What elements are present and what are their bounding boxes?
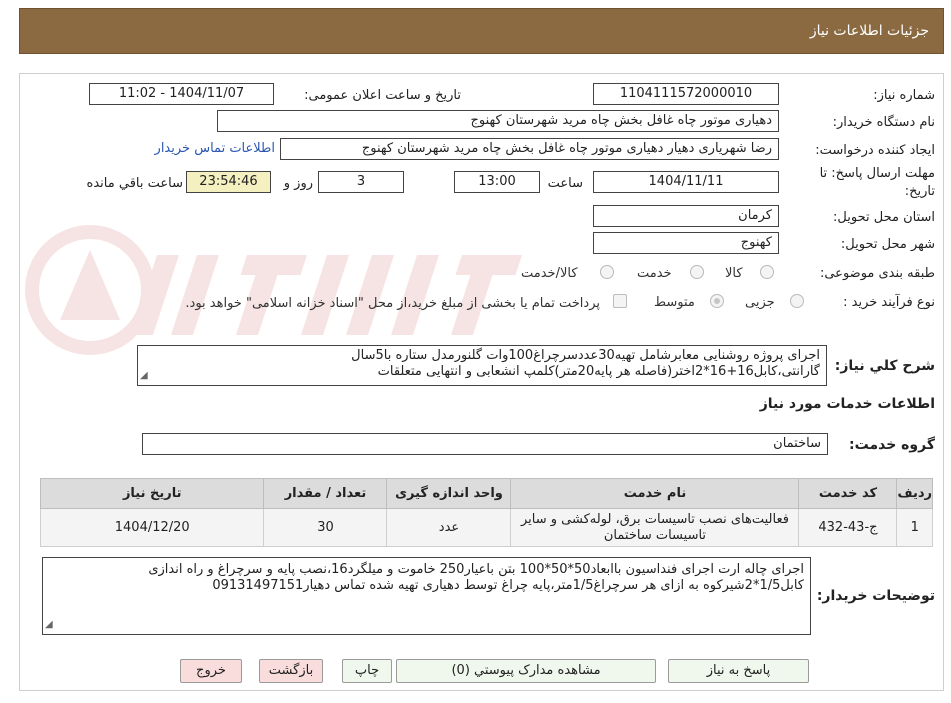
announce-datetime-label: تاریخ و ساعت اعلان عمومی: [304,88,461,103]
print-button[interactable]: چاپ [342,659,392,683]
service-group-field: ساختمان [142,433,828,455]
city-label: شهر محل تحویل: [840,237,935,252]
resize-grip-icon[interactable]: ◢ [45,617,53,633]
description-textarea[interactable]: اجرای پروژه روشنایی معابرشامل تهیه30عددس… [137,345,827,386]
col-unit-header: واحد اندازه گیری [386,478,512,509]
table-row: 1 ج-43-432 فعالیت‌های نصب تاسیسات برق، ل… [39,508,933,547]
table-header-row: ردیف کد خدمت نام خدمت واحد اندازه گیری ت… [39,478,933,509]
category-goods-service-label: کالا/خدمت [521,266,578,281]
days-remaining-field: 3 [318,171,404,193]
buyer-notes-label: توضیحات خریدار: [816,588,935,604]
requester-label: ایجاد کننده درخواست: [815,143,935,158]
deadline-time-field: 13:00 [454,171,540,193]
buyer-notes-textarea[interactable]: اجرای چاله ارت اجرای فنداسیون باابعاد50*… [42,557,811,635]
treasury-payment-checkbox[interactable] [613,294,627,308]
process-minor-radio[interactable] [790,294,804,308]
resize-grip-icon[interactable]: ◢ [140,368,148,384]
cell-qty: 30 [263,508,388,547]
description-line-1: اجرای پروژه روشنایی معابرشامل تهیه30عددس… [351,348,820,363]
description-line-2: گارانتی،کابل16+16*2اختر(فاصله هر پایه20م… [377,364,820,379]
category-goods-service-radio[interactable] [600,265,614,279]
province-field: کرمان [593,205,779,227]
cell-date: 1404/12/20 [39,508,265,547]
deadline-date-field: 1404/11/11 [593,171,779,193]
need-number-field: 1104111572000010 [593,83,779,105]
process-type-label: نوع فرآیند خرید : [843,295,935,310]
description-label: شرح کلي نياز: [834,358,935,374]
process-minor-label: جزیی [745,295,775,310]
col-qty-header: تعداد / مقدار [263,478,388,509]
category-goods-radio[interactable] [760,265,774,279]
deadline-label: مهلت ارسال پاسخ: تا [819,166,935,181]
province-label: استان محل تحویل: [833,210,935,225]
days-label: روز و [283,176,313,191]
view-attachments-button[interactable]: مشاهده مدارک پیوستي (0) [396,659,656,683]
cell-name: فعالیت‌های نصب تاسیسات برق، لوله‌کشی و س… [510,508,800,547]
category-service-label: خدمت [637,266,672,281]
process-medium-radio[interactable] [710,294,724,308]
buyer-contact-link[interactable]: اطلاعات تماس خریدار [155,141,275,156]
buyer-notes-line-1: اجرای چاله ارت اجرای فنداسیون باابعاد50*… [148,562,804,577]
services-table: ردیف کد خدمت نام خدمت واحد اندازه گیری ت… [39,478,933,547]
process-medium-label: متوسط [654,295,695,310]
category-goods-label: کالا [725,266,743,281]
buyer-org-field: دهیاری موتور چاه غافل بخش چاه مرید شهرست… [217,110,779,132]
cell-index: 1 [896,508,933,547]
services-section-title: اطلاعات خدمات مورد نیاز [759,396,935,412]
category-label: طبقه بندی موضوعی: [819,266,935,281]
city-field: کهنوج [593,232,779,254]
page-header: جزئیات اطلاعات نیاز [19,8,944,54]
announce-datetime-field: 1404/11/07 - 11:02 [89,83,274,105]
buyer-notes-line-2: کابل1/5*2شیرکوه به ازای هر سرچراغ1/5متر،… [212,578,804,593]
requester-field: رضا شهریاری دهیار دهیاری موتور چاه غافل … [280,138,779,160]
reply-button[interactable]: پاسخ به نیاز [668,659,809,683]
service-group-label: گروه خدمت: [849,437,935,453]
col-date-header: تاریخ نیاز [39,478,265,509]
remaining-time-label: ساعت باقي مانده [86,176,183,191]
back-button[interactable]: بازگشت [259,659,323,683]
col-code-header: کد خدمت [798,478,898,509]
cell-code: ج-43-432 [798,508,898,547]
page-title: جزئیات اطلاعات نیاز [809,23,929,39]
exit-button[interactable]: خروج [180,659,242,683]
col-index-header: ردیف [896,478,933,509]
cell-unit: عدد [386,508,512,547]
remaining-time-field: 23:54:46 [186,171,271,193]
deadline-label-date: تاریخ: [904,184,935,199]
col-name-header: نام خدمت [510,478,800,509]
category-service-radio[interactable] [690,265,704,279]
buyer-org-label: نام دستگاه خریدار: [832,115,935,130]
deadline-hour-label: ساعت [547,176,583,191]
need-number-label: شماره نیاز: [873,88,935,103]
treasury-payment-note: پرداخت تمام یا بخشی از مبلغ خرید،از محل … [185,296,600,311]
